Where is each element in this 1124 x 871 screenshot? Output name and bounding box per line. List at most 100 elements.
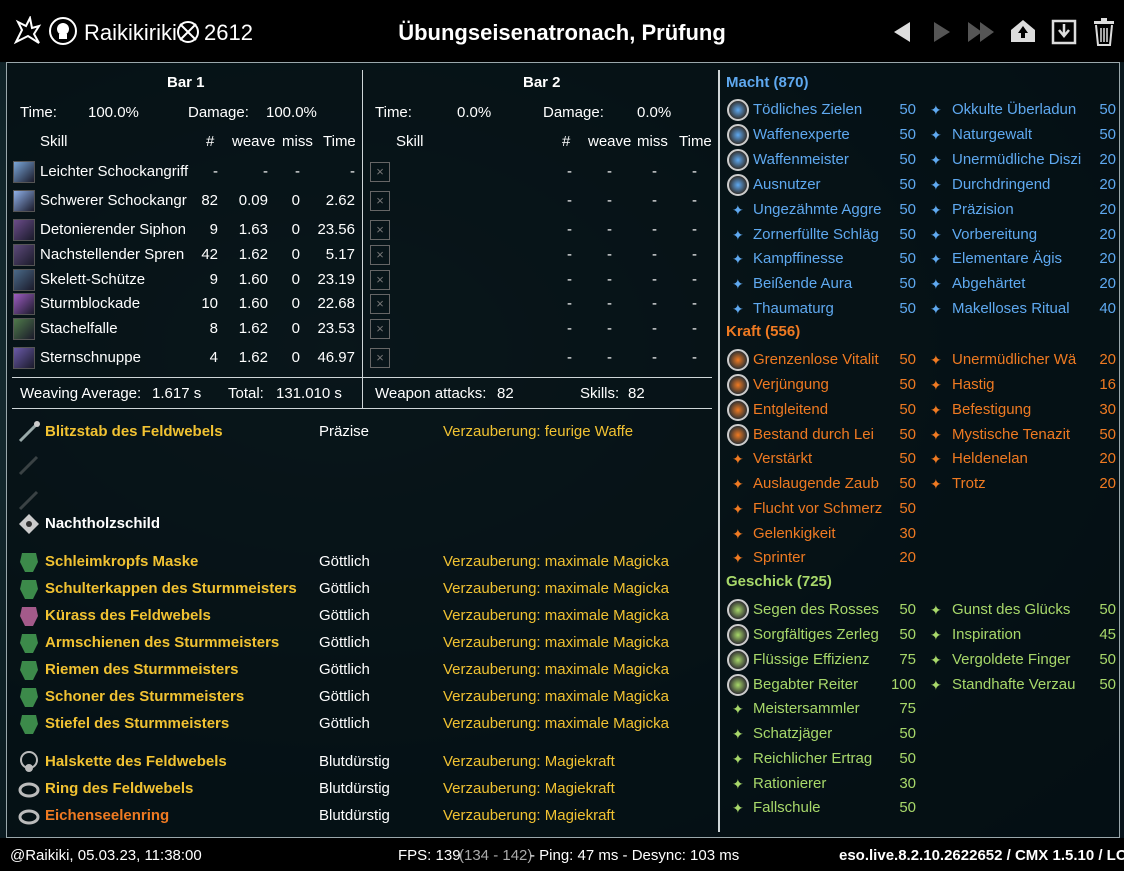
cp-skill-name[interactable]: Abgehärtet [952,275,1025,292]
gear-name[interactable]: Schoner des Sturmmeisters [45,688,244,705]
fps-value: FPS: 139 [398,847,461,864]
upload-icon[interactable] [1008,18,1038,46]
gear-name[interactable]: Eichenseelenring [45,807,169,824]
bar2-col-skill: Skill [396,133,424,150]
cp-skill-name[interactable]: Schatzjäger [753,725,832,742]
cp-skill-name[interactable]: Meistersammler [753,700,860,717]
cp-skill-name[interactable]: Unermüdlicher Wä [952,351,1076,368]
slotted-star-icon[interactable] [727,174,749,196]
cp-skill-name[interactable]: Gelenkigkeit [753,525,836,542]
slotted-star-icon[interactable] [727,399,749,421]
slotted-star-icon[interactable] [727,124,749,146]
cp-skill-name[interactable]: Gunst des Glücks [952,601,1070,618]
previous-fight-icon[interactable] [890,18,914,46]
cp-skill-name[interactable]: Segen des Rosses [753,601,879,618]
gear-name[interactable]: Blitzstab des Feldwebels [45,423,223,440]
star-icon: ✦ [930,602,942,618]
cp-skill-name[interactable]: Flüssige Effizienz [753,651,869,668]
cp-skill-name[interactable]: Rationierer [753,775,826,792]
gear-trait: Göttlich [319,688,370,705]
cp-skill-name[interactable]: Entgleitend [753,401,828,418]
cp-skill-name[interactable]: Verstärkt [753,450,812,467]
ring-icon [17,804,41,828]
cp-skill-name[interactable]: Präzision [952,201,1014,218]
star-icon: ✦ [930,102,942,118]
gear-enchantment: Verzauberung: maximale Magicka [443,661,669,678]
cp-skill-name[interactable]: Unermüdliche Diszi [952,151,1081,168]
gear-name[interactable]: Ring des Feldwebels [45,780,193,797]
cp-skill-name[interactable]: Befestigung [952,401,1031,418]
cp-skill-name[interactable]: Zornerfüllte Schläg [753,226,879,243]
skill-time: 22.68 [317,295,355,312]
bar2-time-label: Time: [375,104,412,121]
star-icon: ✦ [930,352,942,368]
slotted-star-icon[interactable] [727,649,749,671]
cp-skill-value: 50 [899,376,916,393]
slotted-star-icon[interactable] [727,99,749,121]
skill-time: - [692,349,697,366]
cp-skill-name[interactable]: Thaumaturg [753,300,834,317]
skill-icon [13,269,35,291]
cp-skill-value: 30 [899,525,916,542]
skill-miss: 0 [291,221,300,238]
next-fight-icon[interactable] [930,18,954,46]
gear-name[interactable]: Armschienen des Sturmmeisters [45,634,279,651]
slotted-star-icon[interactable] [727,624,749,646]
cp-skill-value: 50 [899,250,916,267]
cp-skill-name[interactable]: Okkulte Überladun [952,101,1076,118]
cp-skill-name[interactable]: Mystische Tenazit [952,426,1070,443]
slotted-star-icon[interactable] [727,349,749,371]
cp-skill-name[interactable]: Standhafte Verzau [952,676,1075,693]
cp-skill-name[interactable]: Vergoldete Finger [952,651,1070,668]
cp-skill-name[interactable]: Trotz [952,475,986,492]
cp-skill-name[interactable]: Naturgewalt [952,126,1032,143]
cp-skill-name[interactable]: Verjüngung [753,376,829,393]
slotted-star-icon[interactable] [727,599,749,621]
cp-skill-name[interactable]: Fallschule [753,799,821,816]
save-icon[interactable] [1050,18,1078,46]
slotted-star-icon[interactable] [727,674,749,696]
slotted-star-icon[interactable] [727,149,749,171]
cp-skill-name[interactable]: Durchdringend [952,176,1050,193]
delete-icon[interactable] [1092,18,1116,46]
cp-skill-name[interactable]: Waffenexperte [753,126,850,143]
star-icon: ✦ [930,127,942,143]
cp-skill-name[interactable]: Waffenmeister [753,151,849,168]
gear-name[interactable]: Schleimkropfs Maske [45,553,198,570]
bar1-damage-label: Damage: [188,104,249,121]
gear-name[interactable]: Riemen des Sturmmeisters [45,661,238,678]
gear-name[interactable]: Nachtholzschild [45,515,160,532]
cp-skill-name[interactable]: Hastig [952,376,995,393]
gear-name[interactable]: Schulterkappen des Sturmmeisters [45,580,297,597]
cp-skill-name[interactable]: Auslaugende Zaub [753,475,879,492]
gear-enchantment: Verzauberung: Magiekraft [443,780,615,797]
cp-skill-name[interactable]: Grenzenlose Vitalit [753,351,879,368]
cp-skill-name[interactable]: Reichlicher Ertrag [753,750,872,767]
total-value: 131.010 s [276,385,342,402]
cp-skill-name[interactable]: Inspiration [952,626,1021,643]
cp-skill-name[interactable]: Ungezähmte Aggre [753,201,881,218]
gear-name[interactable]: Kürass des Feldwebels [45,607,211,624]
star-icon: ✦ [930,301,942,317]
cp-skill-name[interactable]: Kampffinesse [753,250,844,267]
cp-skill-name[interactable]: Bestand durch Lei [753,426,874,443]
gear-name[interactable]: Stiefel des Sturmmeisters [45,715,229,732]
gear-name[interactable]: Halskette des Feldwebels [45,753,227,770]
cp-skill-name[interactable]: Vorbereitung [952,226,1037,243]
last-fight-icon[interactable] [966,18,998,46]
slotted-star-icon[interactable] [727,424,749,446]
cp-skill-name[interactable]: Ausnutzer [753,176,821,193]
cp-skill-name[interactable]: Sorgfältiges Zerleg [753,626,879,643]
cp-skill-name[interactable]: Elementare Ägis [952,250,1062,267]
cp-skill-name[interactable]: Tödliches Zielen [753,101,862,118]
title-bar: Raikikiriki 2612 Übungseisenatronach, Pr… [0,0,1124,62]
cp-skill-name[interactable]: Sprinter [753,549,806,566]
star-icon: ✦ [732,476,744,492]
cp-skill-name[interactable]: Flucht vor Schmerz [753,500,882,517]
cp-skill-name[interactable]: Begabter Reiter [753,676,858,693]
cp-skill-name[interactable]: Heldenelan [952,450,1028,467]
cp-skill-name[interactable]: Makelloses Ritual [952,300,1070,317]
slotted-star-icon[interactable] [727,374,749,396]
bar-summary-divider [12,377,712,378]
cp-skill-name[interactable]: Beißende Aura [753,275,852,292]
